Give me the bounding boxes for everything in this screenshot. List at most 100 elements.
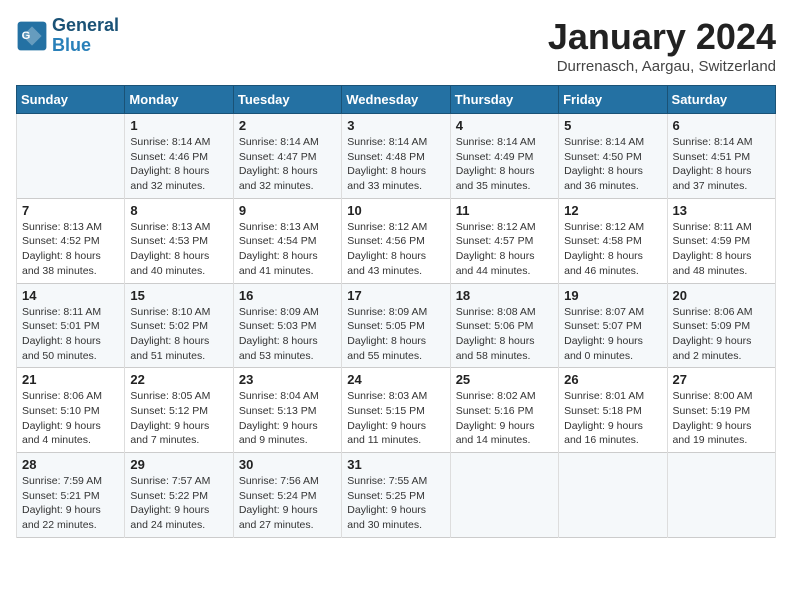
day-info: Sunrise: 8:11 AM Sunset: 5:01 PM Dayligh… — [22, 305, 119, 364]
day-info: Sunrise: 8:08 AM Sunset: 5:06 PM Dayligh… — [456, 305, 553, 364]
day-info: Sunrise: 8:11 AM Sunset: 4:59 PM Dayligh… — [673, 220, 770, 279]
day-info: Sunrise: 7:57 AM Sunset: 5:22 PM Dayligh… — [130, 474, 227, 533]
day-cell: 12Sunrise: 8:12 AM Sunset: 4:58 PM Dayli… — [559, 198, 667, 283]
day-number: 15 — [130, 288, 227, 303]
calendar-body: 1 Sunrise: 8:14 AM Sunset: 4:46 PM Daylig… — [17, 114, 776, 538]
day-number: 30 — [239, 457, 336, 472]
location: Durrenasch, Aargau, Switzerland — [548, 58, 776, 75]
day-cell: 14 Sunrise: 8:11 AM Sunset: 5:01 PM Dayli… — [17, 283, 125, 368]
logo-line1: General — [52, 16, 119, 36]
day-info: Sunrise: 8:14 AM Sunset: 4:48 PM Dayligh… — [347, 135, 444, 194]
day-cell: 29Sunrise: 7:57 AM Sunset: 5:22 PM Dayli… — [125, 453, 233, 538]
weekday-saturday: Saturday — [667, 86, 775, 114]
day-number: 7 — [22, 203, 119, 218]
day-number: 8 — [130, 203, 227, 218]
day-number: 23 — [239, 372, 336, 387]
day-cell: 28 Sunrise: 7:59 AM Sunset: 5:21 PM Dayli… — [17, 453, 125, 538]
day-info: Sunrise: 8:13 AM Sunset: 4:54 PM Dayligh… — [239, 220, 336, 279]
day-number: 11 — [456, 203, 553, 218]
day-cell: 2 Sunrise: 8:14 AM Sunset: 4:47 PM Daylig… — [233, 114, 341, 199]
day-info: Sunrise: 7:59 AM Sunset: 5:21 PM Dayligh… — [22, 474, 119, 533]
logo: G General Blue — [16, 16, 119, 56]
day-cell: 4Sunrise: 8:14 AM Sunset: 4:49 PM Daylig… — [450, 114, 558, 199]
weekday-thursday: Thursday — [450, 86, 558, 114]
day-info: Sunrise: 8:14 AM Sunset: 4:50 PM Dayligh… — [564, 135, 661, 194]
weekday-sunday: Sunday — [17, 86, 125, 114]
day-info: Sunrise: 8:09 AM Sunset: 5:03 PM Dayligh… — [239, 305, 336, 364]
day-info: Sunrise: 7:56 AM Sunset: 5:24 PM Dayligh… — [239, 474, 336, 533]
day-cell: 7 Sunrise: 8:13 AM Sunset: 4:52 PM Daylig… — [17, 198, 125, 283]
day-number: 14 — [22, 288, 119, 303]
day-number: 19 — [564, 288, 661, 303]
svg-text:G: G — [22, 30, 31, 42]
day-cell: 16 Sunrise: 8:09 AM Sunset: 5:03 PM Dayli… — [233, 283, 341, 368]
week-row-2: 7 Sunrise: 8:13 AM Sunset: 4:52 PM Daylig… — [17, 198, 776, 283]
title-area: January 2024 Durrenasch, Aargau, Switzer… — [548, 16, 776, 75]
month-title: January 2024 — [548, 16, 776, 58]
weekday-wednesday: Wednesday — [342, 86, 450, 114]
day-info: Sunrise: 8:06 AM Sunset: 5:10 PM Dayligh… — [22, 389, 119, 448]
day-number: 31 — [347, 457, 444, 472]
day-info: Sunrise: 8:13 AM Sunset: 4:52 PM Dayligh… — [22, 220, 119, 279]
weekday-header-row: SundayMondayTuesdayWednesdayThursdayFrid… — [17, 86, 776, 114]
day-cell: 20 Sunrise: 8:06 AM Sunset: 5:09 PM Dayli… — [667, 283, 775, 368]
day-cell: 30 Sunrise: 7:56 AM Sunset: 5:24 PM Dayli… — [233, 453, 341, 538]
day-cell — [450, 453, 558, 538]
day-number: 20 — [673, 288, 770, 303]
day-number: 17 — [347, 288, 444, 303]
day-info: Sunrise: 8:14 AM Sunset: 4:51 PM Dayligh… — [673, 135, 770, 194]
day-cell: 17 Sunrise: 8:09 AM Sunset: 5:05 PM Dayli… — [342, 283, 450, 368]
day-cell: 19Sunrise: 8:07 AM Sunset: 5:07 PM Dayli… — [559, 283, 667, 368]
day-info: Sunrise: 8:00 AM Sunset: 5:19 PM Dayligh… — [673, 389, 770, 448]
day-info: Sunrise: 8:06 AM Sunset: 5:09 PM Dayligh… — [673, 305, 770, 364]
weekday-friday: Friday — [559, 86, 667, 114]
day-cell: 15Sunrise: 8:10 AM Sunset: 5:02 PM Dayli… — [125, 283, 233, 368]
day-cell: 22Sunrise: 8:05 AM Sunset: 5:12 PM Dayli… — [125, 368, 233, 453]
day-info: Sunrise: 8:12 AM Sunset: 4:58 PM Dayligh… — [564, 220, 661, 279]
day-cell: 26Sunrise: 8:01 AM Sunset: 5:18 PM Dayli… — [559, 368, 667, 453]
day-info: Sunrise: 8:13 AM Sunset: 4:53 PM Dayligh… — [130, 220, 227, 279]
day-cell: 23 Sunrise: 8:04 AM Sunset: 5:13 PM Dayli… — [233, 368, 341, 453]
day-cell — [667, 453, 775, 538]
day-info: Sunrise: 8:12 AM Sunset: 4:56 PM Dayligh… — [347, 220, 444, 279]
day-cell — [17, 114, 125, 199]
logo-icon: G — [16, 20, 48, 52]
day-info: Sunrise: 8:09 AM Sunset: 5:05 PM Dayligh… — [347, 305, 444, 364]
week-row-1: 1 Sunrise: 8:14 AM Sunset: 4:46 PM Daylig… — [17, 114, 776, 199]
page-header: G General Blue January 2024 Durrenasch, … — [16, 16, 776, 75]
day-cell: 27Sunrise: 8:00 AM Sunset: 5:19 PM Dayli… — [667, 368, 775, 453]
day-number: 18 — [456, 288, 553, 303]
day-number: 28 — [22, 457, 119, 472]
day-info: Sunrise: 8:01 AM Sunset: 5:18 PM Dayligh… — [564, 389, 661, 448]
day-cell: 9Sunrise: 8:13 AM Sunset: 4:54 PM Daylig… — [233, 198, 341, 283]
day-cell: 31 Sunrise: 7:55 AM Sunset: 5:25 PM Dayli… — [342, 453, 450, 538]
day-cell: 5 Sunrise: 8:14 AM Sunset: 4:50 PM Daylig… — [559, 114, 667, 199]
week-row-5: 28 Sunrise: 7:59 AM Sunset: 5:21 PM Dayli… — [17, 453, 776, 538]
day-info: Sunrise: 8:14 AM Sunset: 4:47 PM Dayligh… — [239, 135, 336, 194]
day-info: Sunrise: 8:03 AM Sunset: 5:15 PM Dayligh… — [347, 389, 444, 448]
day-number: 5 — [564, 118, 661, 133]
day-number: 4 — [456, 118, 553, 133]
day-info: Sunrise: 7:55 AM Sunset: 5:25 PM Dayligh… — [347, 474, 444, 533]
day-cell: 11 Sunrise: 8:12 AM Sunset: 4:57 PM Dayli… — [450, 198, 558, 283]
day-number: 10 — [347, 203, 444, 218]
day-cell: 13 Sunrise: 8:11 AM Sunset: 4:59 PM Dayli… — [667, 198, 775, 283]
calendar-table: SundayMondayTuesdayWednesdayThursdayFrid… — [16, 85, 776, 538]
day-number: 1 — [130, 118, 227, 133]
weekday-monday: Monday — [125, 86, 233, 114]
day-cell: 18 Sunrise: 8:08 AM Sunset: 5:06 PM Dayli… — [450, 283, 558, 368]
day-number: 6 — [673, 118, 770, 133]
day-info: Sunrise: 8:04 AM Sunset: 5:13 PM Dayligh… — [239, 389, 336, 448]
day-number: 13 — [673, 203, 770, 218]
day-info: Sunrise: 8:14 AM Sunset: 4:46 PM Dayligh… — [130, 135, 227, 194]
day-number: 21 — [22, 372, 119, 387]
day-cell: 24 Sunrise: 8:03 AM Sunset: 5:15 PM Dayli… — [342, 368, 450, 453]
day-cell: 8 Sunrise: 8:13 AM Sunset: 4:53 PM Daylig… — [125, 198, 233, 283]
day-number: 24 — [347, 372, 444, 387]
day-cell: 3Sunrise: 8:14 AM Sunset: 4:48 PM Daylig… — [342, 114, 450, 199]
day-cell — [559, 453, 667, 538]
day-info: Sunrise: 8:12 AM Sunset: 4:57 PM Dayligh… — [456, 220, 553, 279]
day-number: 2 — [239, 118, 336, 133]
day-cell: 6 Sunrise: 8:14 AM Sunset: 4:51 PM Daylig… — [667, 114, 775, 199]
day-number: 16 — [239, 288, 336, 303]
